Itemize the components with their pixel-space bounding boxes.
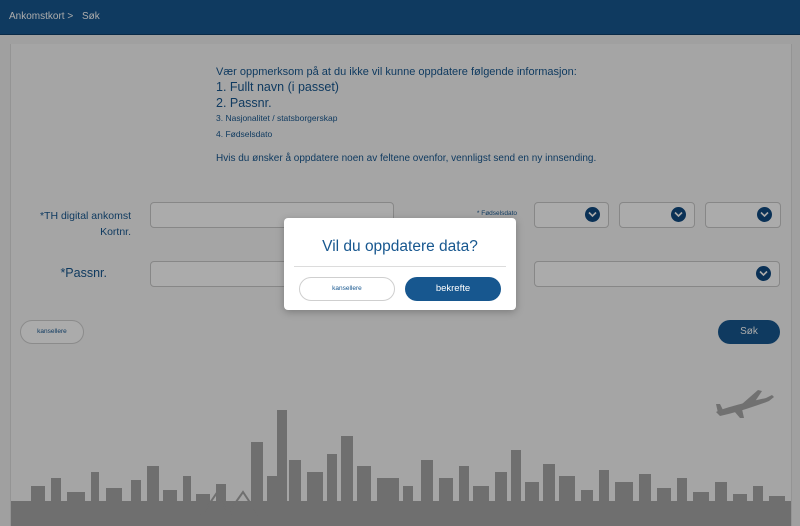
dialog-divider <box>294 266 506 267</box>
dialog-title: Vil du oppdatere data? <box>322 238 478 255</box>
dialog-confirm-button[interactable]: bekrefte <box>405 277 501 301</box>
dialog-cancel-button[interactable]: kansellere <box>299 277 395 301</box>
confirm-dialog: Vil du oppdatere data? kansellere bekref… <box>284 218 516 310</box>
